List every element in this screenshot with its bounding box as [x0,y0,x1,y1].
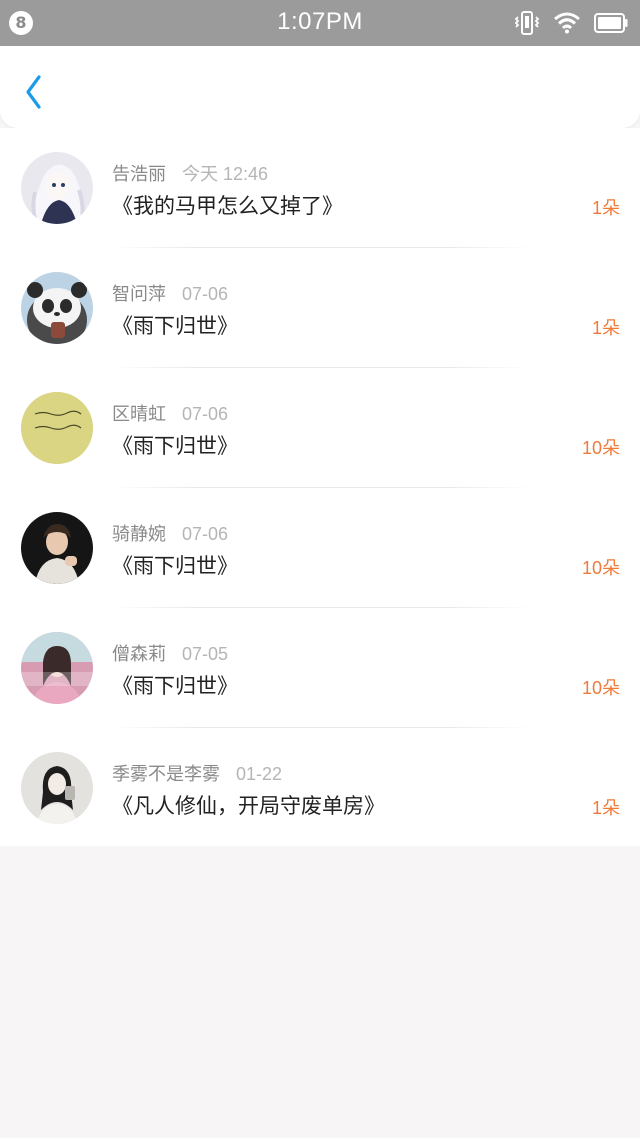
flower-count: 1朵 [591,318,620,338]
avatar[interactable] [21,272,93,344]
sender-name: 告浩丽 [112,164,166,185]
sender-name: 骑静婉 [112,524,166,545]
send-date: 07-06 [182,404,229,424]
sender-name: 智问萍 [112,284,166,305]
chevron-left-icon [26,75,41,109]
flower-count: 10朵 [581,678,620,698]
battery-icon [594,13,628,33]
list-item[interactable]: 区晴虹 07-06 《雨下归世》 10朵 [0,368,640,488]
book-title: 《凡人修仙，开局守废单房》 [112,794,385,818]
list-item[interactable]: 骑静婉 07-06 《雨下归世》 10朵 [0,488,640,608]
avatar[interactable] [21,632,93,704]
avatar[interactable] [21,152,93,224]
book-title: 《雨下归世》 [112,314,238,338]
book-title: 《雨下归世》 [112,434,238,458]
gift-record-list: 告浩丽 今天 12:46 《我的马甲怎么又掉了》 1朵 智问萍 07-06 《雨下归… [0,128,640,846]
flower-count: 1朵 [591,798,620,818]
avatar[interactable] [21,752,93,824]
avatar[interactable] [21,392,93,464]
back-button[interactable] [20,72,50,112]
avatar[interactable] [21,512,93,584]
send-date: 今天 12:46 [182,164,269,184]
list-item[interactable]: 僧森莉 07-05 《雨下归世》 10朵 [0,608,640,728]
book-title: 《雨下归世》 [112,554,238,578]
list-item[interactable]: 智问萍 07-06 《雨下归世》 1朵 [0,248,640,368]
send-date: 01-22 [236,764,283,784]
send-date: 07-06 [182,284,229,304]
list-item[interactable]: 季雾不是李雾 01-22 《凡人修仙，开局守废单房》 1朵 [0,728,640,848]
sender-name: 区晴虹 [112,404,166,425]
vibrate-icon [514,11,540,35]
flower-count: 10朵 [581,558,620,578]
status-bar: 8 1:07PM [0,0,640,46]
flower-count: 10朵 [581,438,620,458]
sender-name: 僧森莉 [112,644,166,665]
send-date: 07-06 [182,524,229,544]
wifi-icon [554,12,580,34]
send-date: 07-05 [182,644,229,664]
book-title: 《我的马甲怎么又掉了》 [112,194,343,218]
book-title: 《雨下归世》 [112,674,238,698]
sender-name: 季雾不是李雾 [112,764,220,785]
top-nav-header [0,46,640,128]
flower-count: 1朵 [591,198,620,218]
list-item[interactable]: 告浩丽 今天 12:46 《我的马甲怎么又掉了》 1朵 [0,128,640,248]
